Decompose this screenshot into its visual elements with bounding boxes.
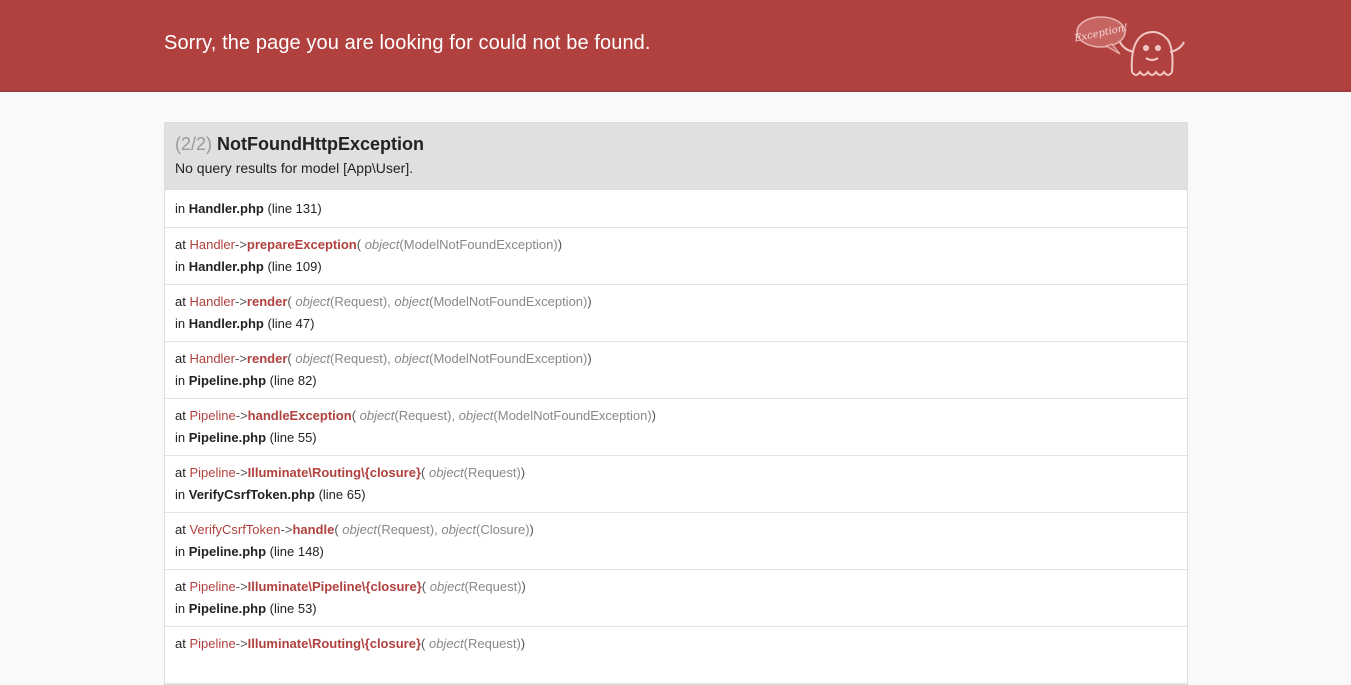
at-label: at xyxy=(175,522,186,537)
line-number: (line 82) xyxy=(269,373,317,388)
arg-type: object xyxy=(364,237,400,252)
page-title: Sorry, the page you are looking for coul… xyxy=(164,32,651,54)
file-name: Pipeline.php xyxy=(188,373,267,388)
call-arrow: -> xyxy=(280,522,293,537)
arg-value: Request xyxy=(468,579,518,594)
trace-row: at Pipeline->Illuminate\Routing\{closure… xyxy=(165,456,1187,513)
at-label: at xyxy=(175,351,186,366)
arg-type: object xyxy=(295,351,331,366)
in-label: in xyxy=(175,544,186,559)
file-name: Handler.php xyxy=(188,316,264,331)
at-label: at xyxy=(175,237,186,252)
arg-value: ModelNotFoundException xyxy=(497,408,648,423)
arg-value: Request xyxy=(334,294,383,309)
file-name: Pipeline.php xyxy=(188,430,267,445)
line-number: (line 53) xyxy=(269,601,317,616)
function-name: render xyxy=(246,351,288,366)
function-name: handleException xyxy=(247,408,352,423)
in-label: in xyxy=(175,373,186,388)
at-label: at xyxy=(175,465,186,480)
arg-value: Request xyxy=(468,465,517,480)
at-label: at xyxy=(175,294,186,309)
arg-type: object xyxy=(441,522,477,537)
trace-row: at VerifyCsrfToken->handle( object(Reque… xyxy=(165,513,1187,570)
arg-value: ModelNotFoundException xyxy=(433,294,584,309)
arg-type: object xyxy=(295,294,331,309)
class-name: VerifyCsrfToken xyxy=(189,522,281,537)
trace-row: at Pipeline->Illuminate\Routing\{closure… xyxy=(165,627,1187,684)
arg-value: Request xyxy=(398,408,448,423)
error-header: Sorry, the page you are looking for coul… xyxy=(0,0,1351,92)
class-name: Handler xyxy=(189,351,235,366)
file-name: Pipeline.php xyxy=(188,544,267,559)
function-name: Illuminate\Pipeline\{closure} xyxy=(247,579,422,594)
line-number: (line 55) xyxy=(269,430,317,445)
call-arrow: -> xyxy=(235,237,247,252)
in-label: in xyxy=(175,430,186,445)
class-name: Handler xyxy=(189,294,235,309)
file-name: Pipeline.php xyxy=(188,601,267,616)
arg-type: object xyxy=(428,465,464,480)
line-number: (line 148) xyxy=(269,544,324,559)
exception-header: (2/2) NotFoundHttpException No query res… xyxy=(165,123,1187,190)
class-name: Pipeline xyxy=(189,465,236,480)
exception-title: (2/2) NotFoundHttpException xyxy=(175,133,1177,155)
call-arrow: -> xyxy=(235,579,248,594)
in-label: in xyxy=(175,201,186,216)
arg-value: ModelNotFoundException xyxy=(403,237,554,252)
trace-row: at Handler->render( object(Request), obj… xyxy=(165,342,1187,399)
line-number: (line 131) xyxy=(267,201,322,216)
file-name: Handler.php xyxy=(188,201,264,216)
exception-panel: (2/2) NotFoundHttpException No query res… xyxy=(164,122,1188,685)
in-label: in xyxy=(175,316,186,331)
line-number: (line 109) xyxy=(267,259,322,274)
in-label: in xyxy=(175,487,186,502)
function-name: Illuminate\Routing\{closure} xyxy=(247,465,422,480)
trace-row: at Handler->prepareException( object(Mod… xyxy=(165,228,1187,285)
exception-ghost-icon: Exception! xyxy=(1074,16,1185,76)
arg-type: object xyxy=(342,522,377,537)
exception-count: (2/2) xyxy=(175,134,213,154)
at-label: at xyxy=(175,408,186,423)
arg-value: Request xyxy=(381,522,430,537)
line-number: (line 65) xyxy=(318,487,366,502)
call-arrow: -> xyxy=(235,465,248,480)
arg-type: object xyxy=(458,408,494,423)
trace-row: at Handler->render( object(Request), obj… xyxy=(165,285,1187,342)
trace-row: in Handler.php (line 131) xyxy=(165,190,1187,228)
trace-row: at Pipeline->handleException( object(Req… xyxy=(165,399,1187,456)
arg-type: object xyxy=(359,408,395,423)
arg-value: ModelNotFoundException xyxy=(433,351,584,366)
file-name: VerifyCsrfToken.php xyxy=(188,487,315,502)
class-name: Pipeline xyxy=(189,408,236,423)
arg-type: object xyxy=(394,294,430,309)
call-arrow: -> xyxy=(235,294,247,309)
function-name: prepareException xyxy=(246,237,357,252)
trace-row: at Pipeline->Illuminate\Pipeline\{closur… xyxy=(165,570,1187,627)
class-name: Handler xyxy=(189,237,235,252)
function-name: handle xyxy=(292,522,335,537)
line-number: (line 47) xyxy=(267,316,315,331)
function-name: render xyxy=(246,294,288,309)
arg-value: Closure xyxy=(480,522,526,537)
call-arrow: -> xyxy=(235,408,248,423)
arg-value: Request xyxy=(334,351,383,366)
class-name: Pipeline xyxy=(189,579,236,594)
exception-message: No query results for model [App\User]. xyxy=(175,160,414,176)
arg-type: object xyxy=(394,351,430,366)
in-label: in xyxy=(175,601,186,616)
call-arrow: -> xyxy=(235,351,247,366)
arg-type: object xyxy=(429,579,465,594)
in-label: in xyxy=(175,259,186,274)
file-name: Handler.php xyxy=(188,259,264,274)
exception-name: NotFoundHttpException xyxy=(217,134,424,154)
at-label: at xyxy=(175,579,186,594)
